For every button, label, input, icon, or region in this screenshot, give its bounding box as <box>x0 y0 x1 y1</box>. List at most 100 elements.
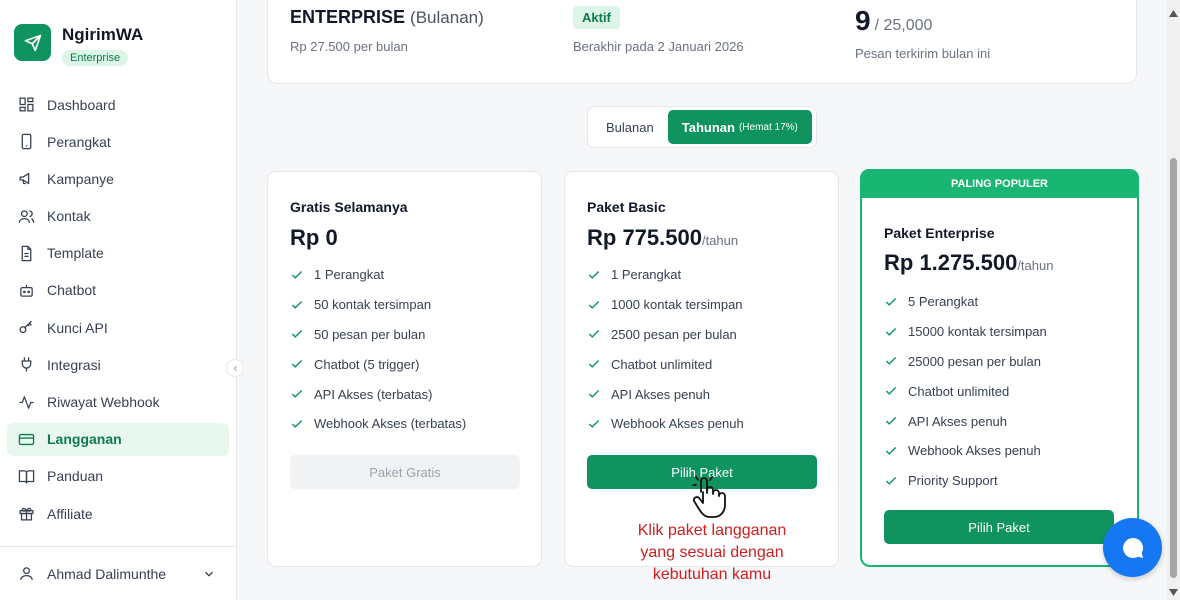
user-icon <box>20 567 33 580</box>
plan-title: Gratis Selamanya <box>290 199 408 215</box>
user-menu[interactable]: Ahmad Dalimunthe <box>0 546 236 600</box>
feature-item: Webhook Akses penuh <box>587 409 744 439</box>
feature-item: Priority Support <box>884 466 1047 496</box>
popular-banner: PALING POPULER <box>860 169 1139 198</box>
free-plan-button: Paket Gratis <box>290 455 520 489</box>
scroll-down-icon[interactable] <box>1169 589 1178 596</box>
choose-enterprise-plan-button[interactable]: Pilih Paket <box>884 510 1114 544</box>
sidebar-item-label: Template <box>47 245 104 262</box>
feature-text: Chatbot (5 trigger) <box>314 356 420 372</box>
check-icon <box>885 417 897 425</box>
pointer-hand-icon <box>688 472 728 527</box>
plan-price: Rp 775.500/tahun <box>587 225 738 251</box>
chat-button[interactable] <box>1103 518 1162 577</box>
feature-text: Priority Support <box>908 473 998 489</box>
plan-card-free: Gratis Selamanya Rp 0 1 Perangkat 50 kon… <box>267 171 542 567</box>
check-icon <box>885 387 897 396</box>
sidebar-item-integrasi[interactable]: Integrasi <box>7 348 229 381</box>
main-content: ENTERPRISE (Bulanan) Rp 27.500 per bulan… <box>237 0 1167 600</box>
plan-price-period: /tahun <box>701 233 739 248</box>
plan-card-enterprise: PALING POPULER Paket Enterprise Rp 1.275… <box>860 169 1139 567</box>
plan-period: (Bulanan) <box>410 8 484 27</box>
check-icon <box>291 419 303 428</box>
plan-features: 1 Perangkat 50 kontak tersimpan 50 pesan… <box>290 260 466 439</box>
toggle-yearly-save: (Hemat 17%) <box>738 121 798 133</box>
plan-name-text: ENTERPRISE <box>290 7 406 27</box>
feature-text: Webhook Akses (terbatas) <box>314 416 467 432</box>
billing-period-toggle: Bulanan Tahunan (Hemat 17%) <box>587 106 817 148</box>
sidebar-item-chatbot[interactable]: Chatbot <box>7 274 229 307</box>
feature-item: API Akses penuh <box>884 406 1047 436</box>
usage-counter: 9/ 25,000 <box>855 5 932 37</box>
sidebar-item-langganan[interactable]: Langganan <box>7 422 229 456</box>
scrollbar[interactable] <box>1167 0 1180 600</box>
plan-features: 5 Perangkat 15000 kontak tersimpan 25000… <box>884 287 1047 496</box>
toggle-monthly[interactable]: Bulanan <box>592 110 668 144</box>
sidebar-item-kampanye[interactable]: Kampanye <box>7 162 229 195</box>
plan-price: Rp 0 <box>290 225 338 251</box>
gift-icon <box>19 507 34 521</box>
megaphone-icon <box>19 173 30 185</box>
sidebar-item-perangkat[interactable]: Perangkat <box>7 125 229 158</box>
check-icon <box>885 297 897 306</box>
dashboard-icon <box>19 97 34 112</box>
check-icon <box>588 270 600 279</box>
feature-text: 1 Perangkat <box>314 267 385 283</box>
plan-title: Paket Enterprise <box>884 225 995 241</box>
scroll-up-icon[interactable] <box>1169 10 1178 17</box>
feature-text: 50 kontak tersimpan <box>314 297 432 313</box>
feature-text: 1000 kontak tersimpan <box>611 297 743 313</box>
sidebar-nav: Dashboard Perangkat Kampanye Kontak Temp… <box>0 88 236 530</box>
sidebar-item-label: Langganan <box>47 431 122 448</box>
feature-item: 1000 kontak tersimpan <box>587 290 744 320</box>
book-icon <box>18 470 35 484</box>
activity-icon <box>19 395 34 409</box>
usage-count: 9 <box>855 5 871 36</box>
feature-text: 25000 pesan per bulan <box>908 353 1042 369</box>
feature-text: API Akses penuh <box>611 386 711 402</box>
feature-text: API Akses penuh <box>908 413 1008 429</box>
plan-badge: Enterprise <box>62 50 129 66</box>
feature-item: API Akses (terbatas) <box>290 379 466 409</box>
feature-item: 25000 pesan per bulan <box>884 347 1047 377</box>
file-icon <box>21 245 32 261</box>
sidebar-item-label: Kontak <box>47 208 91 225</box>
bot-icon <box>20 284 33 297</box>
feature-item: Chatbot unlimited <box>884 376 1047 406</box>
phone-icon <box>21 133 32 150</box>
sidebar-item-label: Perangkat <box>47 133 111 150</box>
feature-text: Webhook Akses penuh <box>611 416 744 432</box>
sidebar-item-kontak[interactable]: Kontak <box>7 200 229 233</box>
plan-price-value: Rp 0 <box>290 225 338 250</box>
sidebar-item-label: Affiliate <box>47 505 93 522</box>
sidebar-item-riwayat-webhook[interactable]: Riwayat Webhook <box>7 386 229 419</box>
check-icon <box>291 360 303 369</box>
feature-text: 5 Perangkat <box>908 294 979 310</box>
app-name: NgirimWA <box>62 25 144 44</box>
check-icon <box>885 446 897 455</box>
toggle-yearly[interactable]: Tahunan (Hemat 17%) <box>667 110 812 144</box>
brand[interactable]: NgirimWA Enterprise <box>0 0 236 88</box>
feature-item: 1 Perangkat <box>290 260 466 290</box>
sidebar-item-label: Chatbot <box>47 282 97 299</box>
chat-bubble-icon <box>1122 537 1143 558</box>
check-icon <box>588 419 600 428</box>
scroll-thumb[interactable] <box>1170 158 1177 578</box>
feature-item: API Akses penuh <box>587 379 744 409</box>
feature-item: Chatbot unlimited <box>587 349 744 379</box>
sidebar-item-affiliate[interactable]: Affiliate <box>7 497 229 530</box>
status-badge: Aktif <box>573 6 620 29</box>
sidebar-item-panduan[interactable]: Panduan <box>7 460 229 493</box>
sidebar-item-kunci-api[interactable]: Kunci API <box>7 311 229 344</box>
feature-item: 5 Perangkat <box>884 287 1047 317</box>
feature-item: 1 Perangkat <box>587 260 744 290</box>
feature-item: Chatbot (5 trigger) <box>290 349 466 379</box>
sidebar-item-dashboard[interactable]: Dashboard <box>7 88 229 121</box>
sidebar-item-label: Panduan <box>47 468 104 485</box>
plan-title: Paket Basic <box>587 199 666 215</box>
sidebar: NgirimWA Enterprise Dashboard Perangkat … <box>0 0 237 600</box>
feature-text: Webhook Akses penuh <box>908 443 1041 459</box>
feature-text: 50 pesan per bulan <box>314 326 426 342</box>
plan-price-value: Rp 775.500 <box>587 225 702 250</box>
sidebar-item-template[interactable]: Template <box>7 237 229 270</box>
